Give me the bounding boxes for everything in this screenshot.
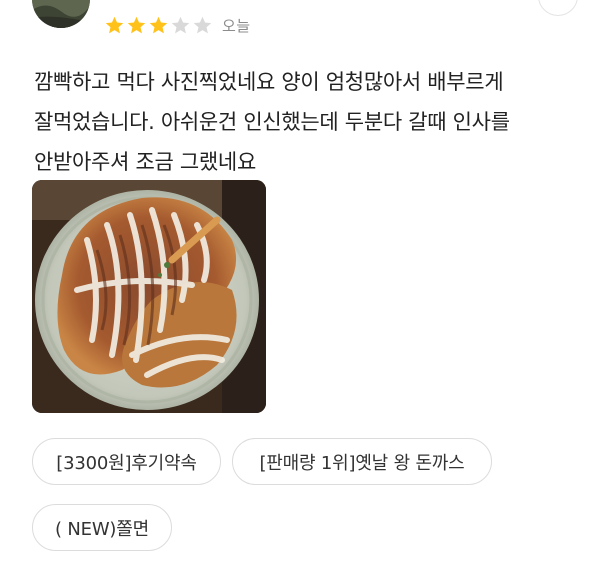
avatar-image xyxy=(32,0,90,28)
star-rating xyxy=(104,15,214,36)
menu-tag[interactable]: ( NEW)쫄면 xyxy=(32,504,172,551)
star-filled-icon xyxy=(105,16,124,33)
menu-tag[interactable]: [3300원]후기약속 xyxy=(32,438,221,485)
star-filled-icon xyxy=(127,16,146,33)
review-date: 오늘 xyxy=(222,16,251,35)
avatar[interactable] xyxy=(32,0,90,28)
star-empty-icon xyxy=(171,16,190,33)
rating-row: 오늘 xyxy=(104,13,251,37)
star-filled-icon xyxy=(149,16,168,33)
food-photo-image xyxy=(32,180,266,413)
menu-tag[interactable]: [판매량 1위]옛날 왕 돈까스 xyxy=(232,438,492,485)
review-photo[interactable] xyxy=(32,180,266,413)
review-card: 오늘 깜빡하고 먹다 사진찍었네요 양이 엄청많아서 배부르게 잘먹었습니다. … xyxy=(0,0,600,562)
star-empty-icon xyxy=(193,16,212,33)
more-options-button[interactable] xyxy=(538,0,578,16)
review-text: 깜빡하고 먹다 사진찍었네요 양이 엄청많아서 배부르게 잘먹었습니다. 아쉬운… xyxy=(34,70,510,174)
